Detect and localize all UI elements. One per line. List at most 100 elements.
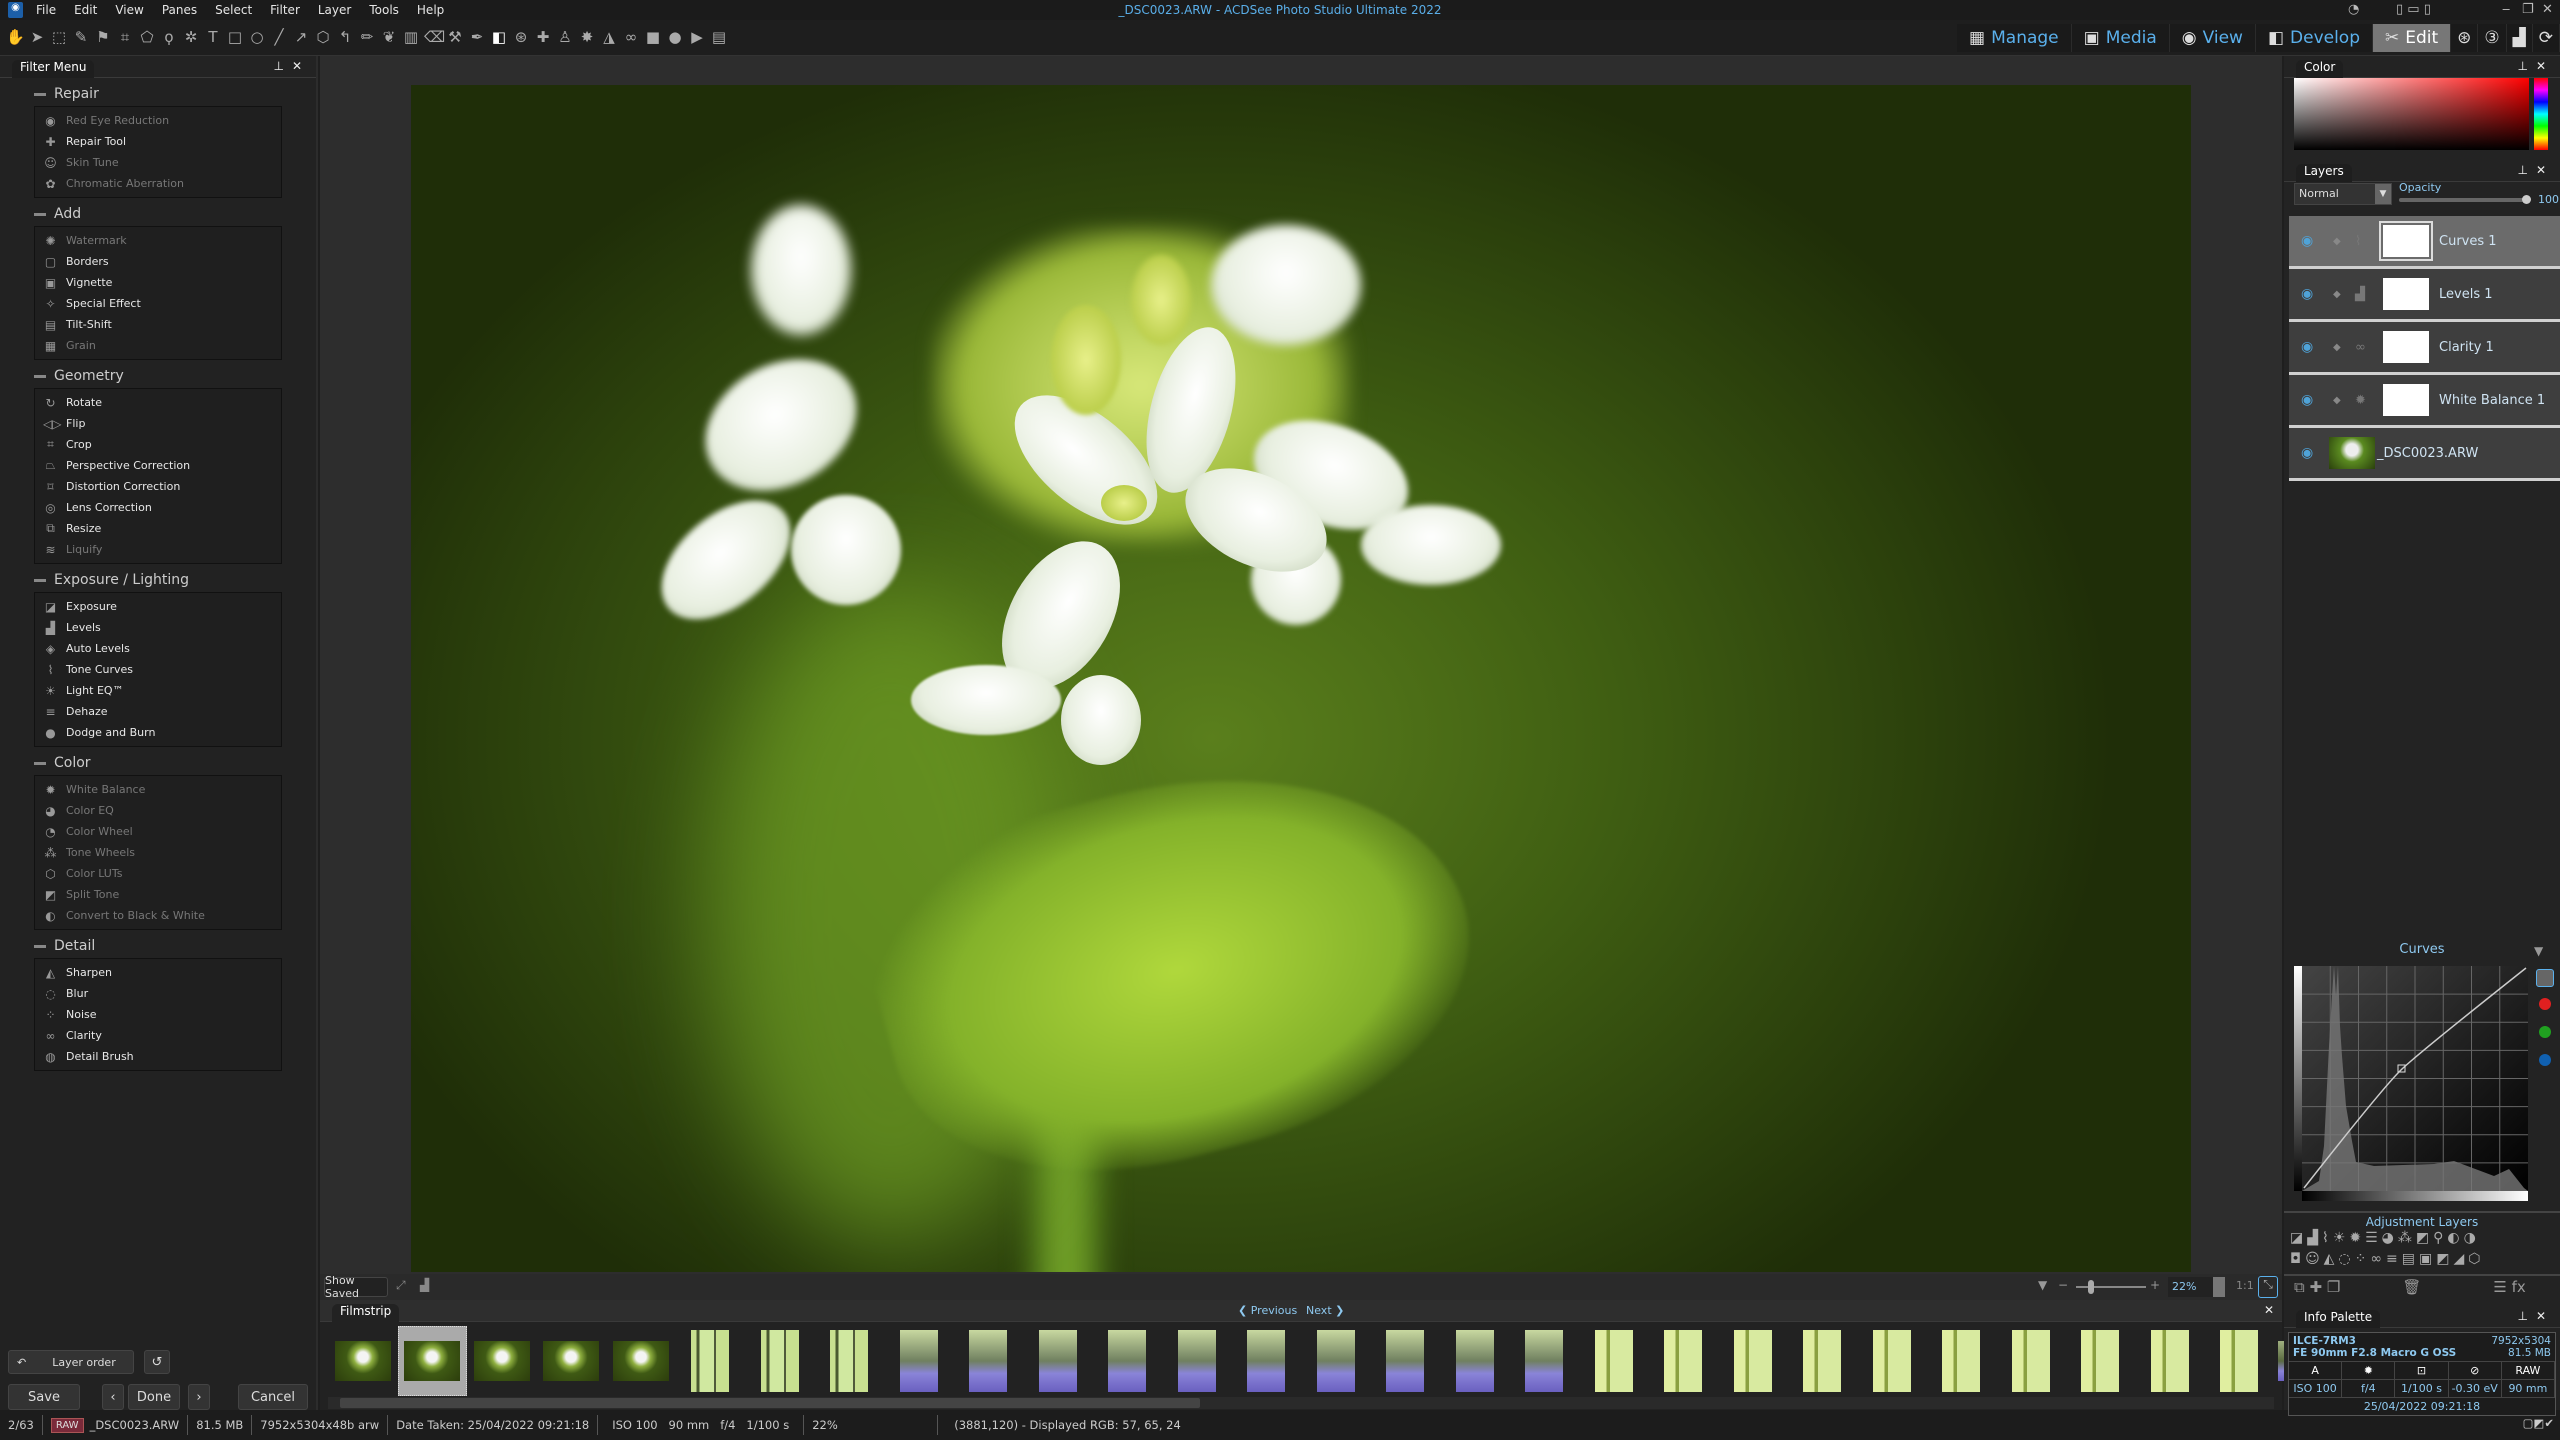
actual-size-button[interactable]: 1:1 (2236, 1279, 2254, 1292)
mode-view[interactable]: ◉ View (2169, 24, 2256, 52)
shape-icon[interactable]: ⬡ (314, 28, 332, 46)
pencil-icon[interactable]: ✏ (358, 28, 376, 46)
collapse-icon[interactable] (34, 944, 46, 948)
filter-item-blur[interactable]: ◌ Blur (35, 983, 281, 1004)
red-channel-button[interactable] (2539, 998, 2551, 1010)
mode-edit[interactable]: ✂ Edit (2373, 24, 2452, 52)
minimize-button[interactable]: ‒ (2502, 2, 2510, 17)
color-picker-field[interactable] (2294, 78, 2529, 150)
fx-icon[interactable]: fx (2512, 1278, 2526, 1296)
histogram-icon[interactable]: ▟ (420, 1278, 429, 1292)
keyframe-icon[interactable]: ◆ (2333, 236, 2341, 247)
layer-mask-thumbnail[interactable] (2383, 384, 2429, 416)
visibility-eye-icon[interactable]: ◉ (2301, 392, 2313, 408)
opacity-slider[interactable] (2399, 195, 2531, 204)
filter-item-skin-tune[interactable]: ☺ Skin Tune (35, 152, 281, 173)
filmstrip-thumbnail[interactable] (1718, 1326, 1788, 1396)
hand-tool-icon[interactable]: ✋ (6, 28, 25, 46)
filter-item-flip[interactable]: ◁▷ Flip (35, 413, 281, 434)
collapse-icon[interactable] (34, 578, 46, 582)
layer-row[interactable]: ◉ ◆ ▟ Levels 1 (2289, 269, 2560, 322)
paint-icon[interactable]: ❦ (380, 28, 398, 46)
filmstrip-scrollbar[interactable] (328, 1397, 2274, 1409)
curves-graph[interactable] (2294, 966, 2528, 1201)
layer-menu-icon[interactable]: ☰ (2493, 1278, 2506, 1296)
record-icon[interactable]: ● (666, 28, 684, 46)
filmstrip-thumbnail[interactable] (815, 1326, 885, 1396)
photo-canvas[interactable] (411, 85, 2191, 1272)
zoom-menu-icon[interactable]: ▼ (2038, 1278, 2047, 1292)
filmstrip-thumbnail[interactable] (1371, 1326, 1441, 1396)
filter-item-sharpen[interactable]: ◭ Sharpen (35, 962, 281, 983)
filter-item-tone-wheels[interactable]: ⁂ Tone Wheels (35, 842, 281, 863)
collapse-icon[interactable] (34, 761, 46, 765)
filter-item-split-tone[interactable]: ◩ Split Tone (35, 884, 281, 905)
blend-mode-select[interactable]: Normal ▼ (2294, 183, 2392, 205)
pin-close-icons[interactable]: ⊥✕ (2517, 1309, 2554, 1323)
filter-item-chromatic-aberration[interactable]: ✿ Chromatic Aberration (35, 173, 281, 194)
previous-image-button[interactable]: ‹ (102, 1384, 124, 1410)
filmstrip-thumbnail[interactable] (328, 1326, 398, 1396)
filmstrip-thumbnail[interactable] (1440, 1326, 1510, 1396)
zoom-level-field[interactable]: 22% (2168, 1277, 2214, 1297)
filter-item-tone-curves[interactable]: ⌇ Tone Curves (35, 659, 281, 680)
section-header-repair[interactable]: Repair (34, 82, 282, 106)
filmstrip-thumbnail[interactable] (1232, 1326, 1302, 1396)
filter-item-liquify[interactable]: ≋ Liquify (35, 539, 281, 560)
mode-manage[interactable]: ▦ Manage (1957, 24, 2072, 52)
filmstrip-thumbnail[interactable] (1857, 1326, 1927, 1396)
stop-icon[interactable]: ■ (644, 28, 662, 46)
section-header-color[interactable]: Color (34, 751, 282, 775)
keyframe-icon[interactable]: ◆ (2333, 342, 2341, 353)
close-button[interactable]: ✕ (2542, 2, 2553, 17)
keyframe-icon[interactable]: ◆ (2333, 289, 2341, 300)
filter-item-auto-levels[interactable]: ◈ Auto Levels (35, 638, 281, 659)
filmstrip-thumbnail[interactable] (1579, 1326, 1649, 1396)
action-icon[interactable]: ▤ (710, 28, 728, 46)
done-button[interactable]: Done (128, 1384, 180, 1410)
keyframe-icon[interactable]: ◆ (2333, 395, 2341, 406)
zoom-slider[interactable] (2076, 1280, 2146, 1294)
fullscreen-icon[interactable]: ⤢ (396, 1278, 406, 1293)
marquee-icon[interactable]: ⬚ (50, 28, 68, 46)
section-header-add[interactable]: Add (34, 202, 282, 226)
eraser-icon[interactable]: ⌫ (424, 28, 445, 46)
cancel-button[interactable]: Cancel (238, 1384, 308, 1410)
360-icon[interactable]: ⊛ (2451, 24, 2479, 52)
visibility-eye-icon[interactable]: ◉ (2301, 339, 2313, 355)
filter-item-resize[interactable]: ⧉ Resize (35, 518, 281, 539)
target-icon[interactable]: ⊛ (512, 28, 530, 46)
filter-item-repair-tool[interactable]: ✚ Repair Tool (35, 131, 281, 152)
filter-item-special-effect[interactable]: ✧ Special Effect (35, 293, 281, 314)
line-icon[interactable]: ╱ (270, 28, 288, 46)
dodge-icon[interactable]: ♙ (556, 28, 574, 46)
layer-order-button[interactable]: ↶ Layer order (8, 1350, 134, 1374)
zoom-dropdown[interactable] (2213, 1277, 2225, 1297)
filter-item-color-eq[interactable]: ◕ Color EQ (35, 800, 281, 821)
mode-develop[interactable]: ◧ Develop (2255, 24, 2373, 52)
layer-row[interactable]: ◉ ◆ ✹ White Balance 1 (2289, 375, 2560, 428)
visibility-eye-icon[interactable]: ◉ (2301, 233, 2313, 249)
lasso-icon[interactable]: ϙ (160, 28, 178, 46)
account-icon[interactable]: ◔ (2348, 2, 2359, 17)
color-swatch-icon[interactable]: ◧ (490, 28, 508, 46)
filmstrip-tab[interactable]: Filmstrip ❮ Previous Next ❯ ✕ (320, 1300, 2282, 1322)
filmstrip-thumbnail[interactable] (606, 1326, 676, 1396)
filter-item-lens-correction[interactable]: ◎ Lens Correction (35, 497, 281, 518)
polygon-icon[interactable]: ⬠ (138, 28, 156, 46)
filmstrip-thumbnail[interactable] (1093, 1326, 1163, 1396)
show-saved-button[interactable]: Show Saved (324, 1274, 388, 1300)
zoom-in-icon[interactable]: + (2150, 1278, 2160, 1292)
filter-item-distortion-correction[interactable]: ⌑ Distortion Correction (35, 476, 281, 497)
save-button[interactable]: Save (8, 1384, 80, 1410)
rgb-channel-button[interactable] (2536, 969, 2554, 987)
filter-item-vignette[interactable]: ▣ Vignette (35, 272, 281, 293)
filmstrip-thumbnail[interactable] (1649, 1326, 1719, 1396)
layer-mask-thumbnail[interactable] (2383, 278, 2429, 310)
add-layer-icon[interactable]: ✚ (2310, 1278, 2323, 1296)
transform-icon[interactable]: ⌗ (116, 28, 134, 46)
layer-mask-thumbnail[interactable] (2383, 331, 2429, 363)
filmstrip-thumbnail[interactable] (1162, 1326, 1232, 1396)
filter-menu-tab[interactable]: Filter Menu ⊥✕ (0, 56, 316, 78)
curves-menu-icon[interactable]: ▼ (2534, 944, 2543, 958)
